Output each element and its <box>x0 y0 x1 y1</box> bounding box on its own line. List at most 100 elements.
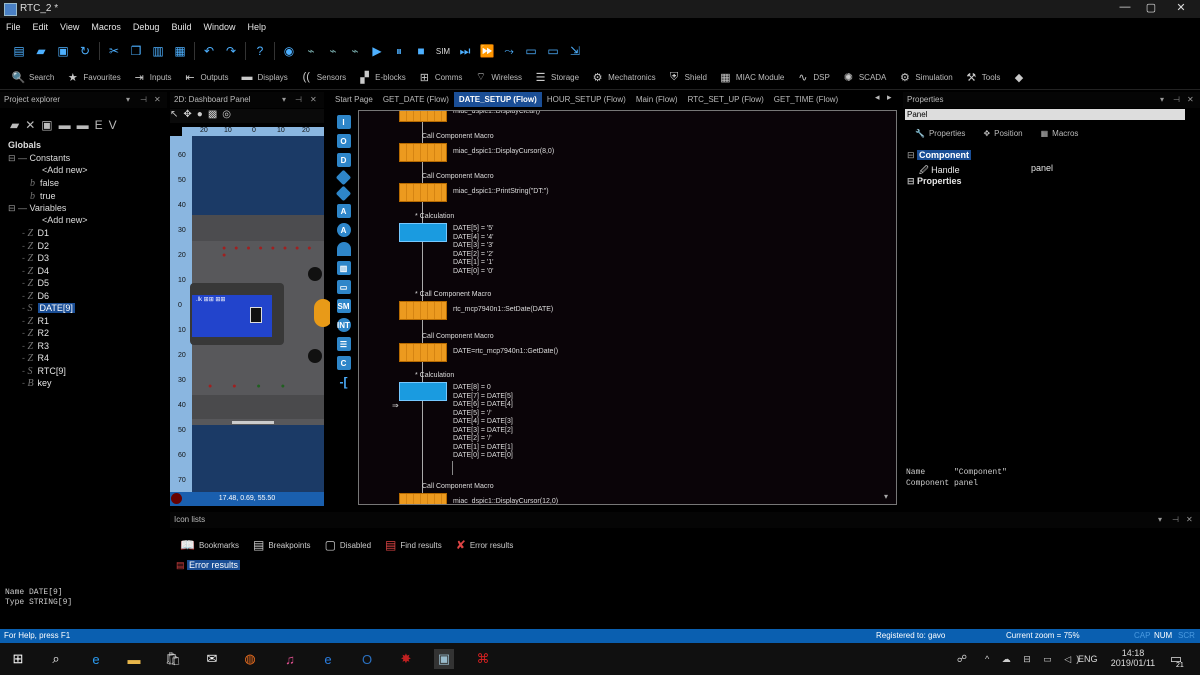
variable-item[interactable]: - Z R1 <box>22 316 49 327</box>
tab-scroll-right-icon[interactable]: ▸ <box>887 92 892 103</box>
flowchart-canvas[interactable]: miac_dspic1::DisplayClear() Call Componen… <box>358 110 897 505</box>
interrupt-icon-tool[interactable] <box>336 242 351 256</box>
collapse-icon[interactable]: ⊟ <box>907 150 917 160</box>
paste-icon[interactable]: ▥ <box>149 42 167 60</box>
flow-tab[interactable]: Start Page <box>330 92 378 107</box>
pin-icon[interactable]: ▾ <box>1160 92 1164 108</box>
tree-globals[interactable]: Globals <box>8 140 41 150</box>
category-dsp[interactable]: ∿ DSP <box>796 71 830 84</box>
category-simulation[interactable]: ⚙ Simulation <box>898 71 953 84</box>
menu-debug[interactable]: Debug <box>127 18 166 37</box>
constant-false[interactable]: b false <box>30 178 59 189</box>
bracket-icon-tool[interactable]: -[ <box>337 375 351 389</box>
pause-icon[interactable]: ⏸ <box>390 42 408 60</box>
connection-icon-tool[interactable]: A <box>336 204 351 218</box>
edge-browser-icon[interactable]: e <box>86 649 106 669</box>
decision-icon-tool[interactable] <box>335 169 352 186</box>
compile-to-c-icon[interactable]: ⌁ <box>346 42 364 60</box>
category-miac[interactable]: ▦ MIAC Module <box>719 71 784 84</box>
explorer-tool-icon[interactable]: ▬ <box>77 118 95 132</box>
category-wireless[interactable]: ⌔ Wireless <box>474 71 522 84</box>
firefox-icon[interactable]: ◍ <box>240 649 260 669</box>
close-pane-icon[interactable]: ✕ <box>310 92 317 108</box>
component-macro-block[interactable] <box>399 301 447 320</box>
variable-item[interactable]: - S RTC[9] <box>22 366 66 377</box>
variable-item[interactable]: - S DATE[9] <box>22 303 75 314</box>
tab-macros[interactable]: Macros <box>1052 129 1078 138</box>
prop-properties-row[interactable]: ⊟ Properties <box>907 176 962 187</box>
component-macro-block[interactable] <box>399 183 447 202</box>
variable-item[interactable]: - Z D1 <box>22 228 49 239</box>
variable-item[interactable]: - Z D3 <box>22 253 49 264</box>
variable-item[interactable]: - Z D5 <box>22 278 49 289</box>
add-new-constant[interactable]: <Add new> <box>42 165 88 175</box>
step-out-icon[interactable]: ⤳ <box>500 42 518 60</box>
explorer-tool-icon[interactable]: ▣ <box>41 118 58 132</box>
code-icon-tool[interactable]: ☰ <box>336 337 351 351</box>
variable-item[interactable]: - Z R4 <box>22 353 49 364</box>
variable-item[interactable]: - Z R2 <box>22 328 49 339</box>
ie-icon[interactable]: e <box>318 649 338 669</box>
category-comms[interactable]: ⊞ Comms <box>418 71 463 84</box>
variable-item[interactable]: - Z D2 <box>22 241 49 252</box>
menu-build[interactable]: Build <box>165 18 197 37</box>
undo-icon[interactable]: ↶ <box>200 42 218 60</box>
delete-icon[interactable]: ▦ <box>171 42 189 60</box>
component-macro-block[interactable] <box>399 111 447 122</box>
collapse-icon[interactable]: ⊟ — <box>8 153 30 163</box>
open-file-icon[interactable]: ▰ <box>32 42 50 60</box>
step-over-icon[interactable]: ⏩ <box>478 42 496 60</box>
x-icon[interactable]: ✕ <box>25 118 41 132</box>
close-pane-icon[interactable]: ✕ <box>1186 512 1193 528</box>
pin-icon[interactable]: ▾ <box>126 92 130 108</box>
menu-macros[interactable]: Macros <box>85 18 127 37</box>
category-outputs[interactable]: ⇤ Outputs <box>184 71 228 84</box>
category-shield[interactable]: ⛨ Shield <box>668 71 707 84</box>
copy-icon[interactable]: ❐ <box>127 42 145 60</box>
connect-icon[interactable]: ⇲ <box>566 42 584 60</box>
acrobat-icon[interactable]: ⌘ <box>473 649 493 669</box>
tab-position[interactable]: Position <box>994 129 1022 138</box>
dock-icon[interactable]: ⊣ <box>1172 512 1179 528</box>
close-icon[interactable]: ✕ <box>1170 1 1192 16</box>
tab-bookmarks[interactable]: Bookmarks <box>199 541 239 550</box>
component-macro-block[interactable] <box>399 493 447 504</box>
record-icon[interactable] <box>171 493 182 504</box>
dashboard-canvas[interactable]: 20 10 0 10 20 60 50 40 30 20 10 0 10 20 30 40 50 60 7… <box>170 127 332 506</box>
properties-search-input[interactable] <box>905 109 1185 120</box>
int-icon-tool[interactable]: INT <box>336 318 351 332</box>
menu-view[interactable]: View <box>54 18 85 37</box>
windows-start-icon[interactable]: ⊞ <box>8 649 28 669</box>
move-icon[interactable]: ✥ <box>183 109 196 120</box>
tray-icons[interactable]: ^ ☁ ⊟ ▭ ◁) <box>985 654 1084 665</box>
miac-device[interactable]: ● ● ● ● ● ● ● ● ● .lk ⊞⊞ ⊞⊞ ●●●● <box>190 215 332 425</box>
flow-tab[interactable]: HOUR_SETUP (Flow) <box>542 92 631 107</box>
menu-window[interactable]: Window <box>197 18 241 37</box>
step-into-icon[interactable]: ⏭ <box>456 42 474 60</box>
scroll-down-icon[interactable]: ▾ <box>884 492 888 501</box>
tab-find-results[interactable]: Find results <box>400 541 441 550</box>
menu-help[interactable]: Help <box>241 18 272 37</box>
eraser-icon[interactable]: ▰ <box>10 118 25 132</box>
category-eblocks[interactable]: ▞ E-blocks <box>358 71 405 84</box>
window-layout-icon[interactable]: ▭ <box>522 42 540 60</box>
pin-icon[interactable]: ▾ <box>282 92 286 108</box>
dock-icon[interactable]: ⊣ <box>295 92 302 108</box>
tab-properties[interactable]: Properties <box>929 129 965 138</box>
prop-component-row[interactable]: ⊟ Component <box>907 150 972 161</box>
comment-icon-tool[interactable]: C <box>336 356 351 370</box>
pin-icon[interactable]: ▾ <box>1158 512 1162 528</box>
mail-icon[interactable]: ✉ <box>202 649 222 669</box>
category-search[interactable]: 🔍 Search <box>12 71 55 84</box>
menu-edit[interactable]: Edit <box>27 18 55 37</box>
explorer-tool-icon[interactable]: ▬ <box>59 118 77 132</box>
category-favourites[interactable]: ★ Favourites <box>66 71 121 84</box>
simulation-macro-icon-tool[interactable]: SM <box>336 299 351 313</box>
prop-handle-value[interactable]: panel <box>1031 163 1053 173</box>
variable-item[interactable]: - Bkey <box>22 378 52 389</box>
cut-icon[interactable]: ✂ <box>105 42 123 60</box>
calculation-block[interactable] <box>399 382 447 401</box>
active-list-row[interactable]: ▤ Error results <box>176 560 241 571</box>
collapse-icon[interactable]: ⊟ — <box>8 203 30 213</box>
menu-file[interactable]: File <box>0 18 27 37</box>
